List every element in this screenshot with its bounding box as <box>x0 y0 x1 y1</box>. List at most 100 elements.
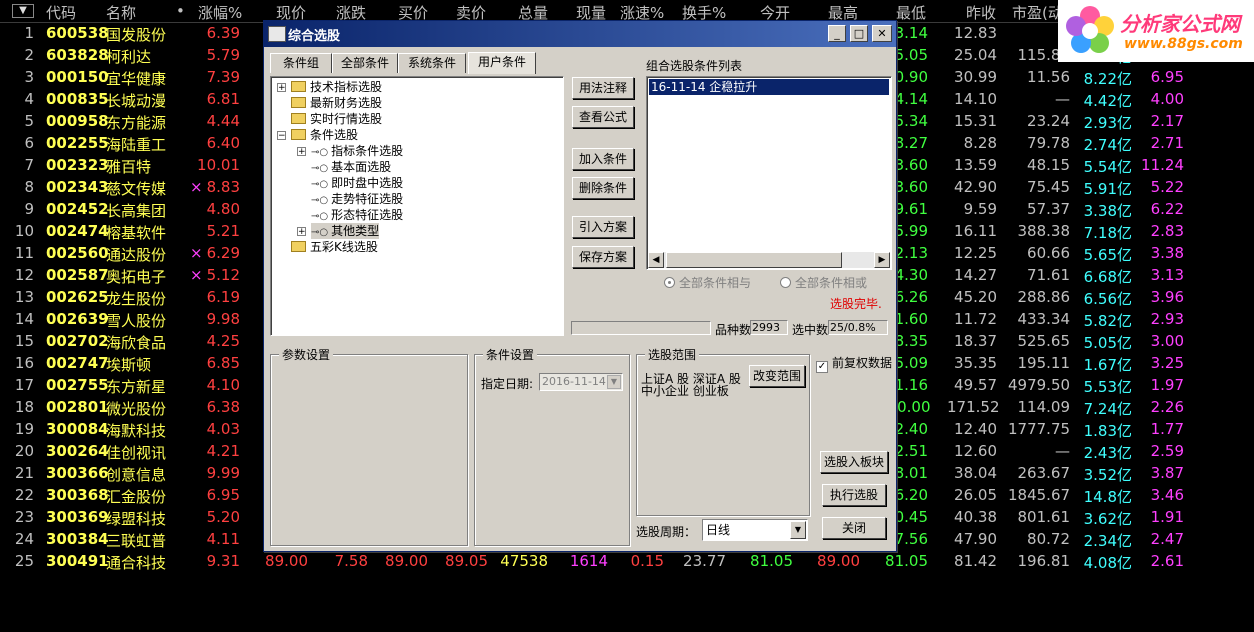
pe-ratio: 11.56 <box>1027 68 1070 86</box>
pe-ratio: 195.11 <box>1017 354 1071 372</box>
stock-name: 长城动漫 <box>106 92 167 110</box>
col-flag[interactable]: • <box>176 2 185 20</box>
row-index: 19 <box>14 420 34 438</box>
period-select[interactable]: 日线 ▼ <box>702 519 808 541</box>
tree-node-condition[interactable]: 条件选股 <box>291 127 358 143</box>
logo-url[interactable]: www.88gs.com <box>1124 36 1243 52</box>
folder-icon <box>291 113 306 124</box>
horizontal-scrollbar[interactable]: ◀ ▶ <box>648 252 890 268</box>
tab-system-conditions[interactable]: 系统条件 <box>398 53 466 73</box>
scroll-right-icon[interactable]: ▶ <box>874 252 890 268</box>
save-plan-button[interactable]: 保存方案 <box>572 246 634 268</box>
stock-code: 300264 <box>46 442 109 460</box>
progress-bar <box>571 321 711 335</box>
tree-node-intraday[interactable]: ⊸○ 即时盘中选股 <box>311 175 403 191</box>
change-range-button[interactable]: 改变范围 <box>749 365 805 387</box>
tab-condition-group[interactable]: 条件组 <box>270 53 332 73</box>
change-pct: 6.19 <box>206 288 240 306</box>
maximize-button[interactable]: □ <box>850 25 868 42</box>
close-icon[interactable]: ✕ <box>872 25 892 42</box>
table-row[interactable]: 25 300491 通合科技 9.31 89.00 7.58 89.00 89.… <box>0 550 1254 572</box>
prev-close: 49.57 <box>954 376 997 394</box>
col-prev[interactable]: 昨收 <box>966 2 996 23</box>
tree-node-trend[interactable]: ⊸○ 走势特征选股 <box>311 191 403 207</box>
market-cap: 4.42亿 <box>1083 92 1132 110</box>
col-pct[interactable]: 涨幅% <box>198 2 242 23</box>
folder-icon <box>291 241 306 252</box>
usage-notes-button[interactable]: 用法注释 <box>572 77 634 99</box>
stock-name: 国发股份 <box>106 26 167 44</box>
prev-close: 12.25 <box>954 244 997 262</box>
stock-name: 榕基软件 <box>106 224 167 242</box>
prev-close: 15.31 <box>954 112 997 130</box>
condition-tree[interactable]: + 技术指标选股 最新财务选股 实时行情选股 − 条件选股 + ⊸○ 指标条件选股… <box>270 76 564 336</box>
expand-icon[interactable]: + <box>277 83 286 93</box>
col-low[interactable]: 最低 <box>896 2 926 23</box>
minimize-button[interactable]: _ <box>828 25 846 42</box>
change-pct: 6.29 <box>206 244 240 262</box>
tree-node-candle[interactable]: 五彩K线选股 <box>291 239 378 255</box>
range-group: 选股范围 上证A 股 深证A 股 中小企业 创业板 改变范围 <box>636 346 810 516</box>
range-value: 3.87 <box>1150 464 1184 482</box>
change-pct: 9.98 <box>206 310 240 328</box>
selected-value: 25/0.8% <box>828 320 888 335</box>
pe-ratio: 57.37 <box>1027 200 1070 218</box>
tree-node-fundamental[interactable]: ⊸○ 基本面选股 <box>311 159 391 175</box>
scroll-thumb[interactable] <box>666 252 842 268</box>
market-cap: 7.18亿 <box>1083 224 1132 242</box>
row-index: 5 <box>24 112 34 130</box>
date-picker[interactable]: 2016-11-14 ▼ <box>539 373 623 391</box>
stock-name: 雅百特 <box>106 158 152 176</box>
list-item[interactable]: 16-11-14 企稳拉升 <box>649 79 889 95</box>
radio-or[interactable]: 全部条件相或 <box>780 274 867 291</box>
change-pct: 4.21 <box>206 442 240 460</box>
stock-name: 佳创视讯 <box>106 444 167 462</box>
pe-ratio: 75.45 <box>1027 178 1070 196</box>
add-to-block-button[interactable]: 选股入板块 <box>820 451 888 473</box>
prev-close: 42.90 <box>954 178 997 196</box>
close-button[interactable]: 关闭 <box>822 517 886 539</box>
add-condition-button[interactable]: 加入条件 <box>572 148 634 170</box>
condition-list[interactable]: 16-11-14 企稳拉升 ◀ ▶ <box>646 76 892 270</box>
change-pct: 6.38 <box>206 398 240 416</box>
sort-toggle[interactable]: ▼ <box>12 4 34 18</box>
expand-icon[interactable]: + <box>297 147 306 157</box>
range-value: 6.95 <box>1150 68 1184 86</box>
adjust-checkbox[interactable]: ✓ 前复权数据 <box>816 354 892 373</box>
chevron-down-icon[interactable]: ▼ <box>790 521 806 539</box>
view-formula-button[interactable]: 查看公式 <box>572 106 634 128</box>
range-value: 2.17 <box>1150 112 1184 130</box>
tree-node-realtime[interactable]: 实时行情选股 <box>291 111 382 127</box>
collapse-icon[interactable]: − <box>277 131 286 141</box>
tree-node-pattern[interactable]: ⊸○ 形态特征选股 <box>311 207 403 223</box>
prev-close: 14.10 <box>954 90 997 108</box>
row-index: 21 <box>14 464 34 482</box>
pe-ratio: 114.09 <box>1017 398 1071 416</box>
radio-and[interactable]: 全部条件相与 <box>664 274 751 291</box>
tree-node-other[interactable]: ⊸○ 其他类型 <box>311 223 380 239</box>
chevron-down-icon[interactable]: ▼ <box>607 375 621 389</box>
change-pct: 5.21 <box>206 222 240 240</box>
expand-icon[interactable]: + <box>297 227 306 237</box>
tree-node-indicator[interactable]: ⊸○ 指标条件选股 <box>311 143 403 159</box>
scroll-left-icon[interactable]: ◀ <box>648 252 664 268</box>
delete-condition-button[interactable]: 删除条件 <box>572 177 634 199</box>
tab-all-conditions[interactable]: 全部条件 <box>332 53 398 73</box>
stock-code: 002747 <box>46 354 109 372</box>
range-title: 选股范围 <box>645 346 700 363</box>
dialog-titlebar[interactable]: 综合选股 _ □ ✕ <box>264 21 896 47</box>
range-value: 2.83 <box>1150 222 1184 240</box>
stock-name: 海默科技 <box>106 422 167 440</box>
tab-user-conditions[interactable]: 用户条件 <box>468 52 536 74</box>
row-index: 20 <box>14 442 34 460</box>
import-plan-button[interactable]: 引入方案 <box>572 216 634 238</box>
col-name[interactable]: 名称 <box>106 2 136 23</box>
prev-close: 38.04 <box>954 464 997 482</box>
list-title: 组合选股条件列表 <box>646 59 743 73</box>
tree-node-tech[interactable]: 技术指标选股 <box>291 79 382 95</box>
col-code[interactable]: 代码 <box>46 2 76 23</box>
row-index: 17 <box>14 376 34 394</box>
row-index: 13 <box>14 288 34 306</box>
tree-node-finance[interactable]: 最新财务选股 <box>291 95 382 111</box>
execute-button[interactable]: 执行选股 <box>822 484 886 506</box>
